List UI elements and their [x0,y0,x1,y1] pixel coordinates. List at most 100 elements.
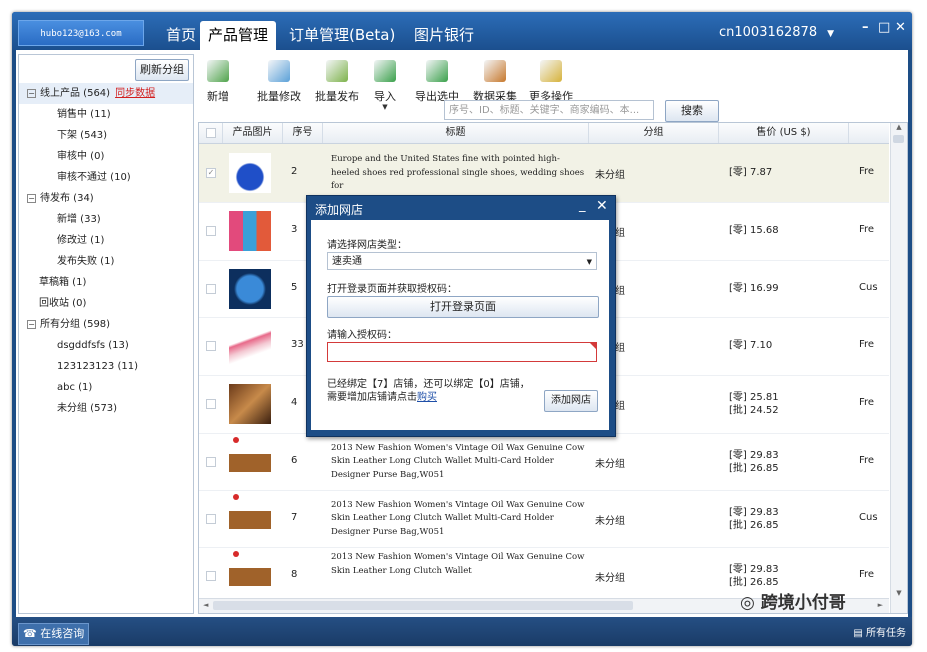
select-all-checkbox[interactable] [205,128,216,138]
collapse-icon[interactable]: − [27,320,36,329]
toolbar-button-label: 导入 [374,90,396,103]
tree-node[interactable]: 销售中 (11) [19,104,193,125]
product-group: 未分组 [595,458,625,470]
tree-node[interactable]: 下架 (543) [19,125,193,146]
bind-info-text: 已经绑定【7】店铺，还可以绑定【0】店铺，需要增加店铺请点击购买 [327,378,537,404]
retail-price: [零] 29.83 [729,449,779,461]
tree-node[interactable]: − 所有分组 (598) [19,314,193,335]
product-thumbnail[interactable] [229,384,271,424]
product-thumbnail[interactable] [229,268,271,309]
toolbar-button-import[interactable]: 导入 ▼ [370,54,400,111]
row-checkbox[interactable] [206,283,216,294]
product-title[interactable]: 2013 New Fashion Women's Vintage Oil Wax… [331,499,586,540]
col-header-image[interactable]: 产品图片 [223,123,283,143]
open-login-page-button[interactable]: 打开登录页面 [327,296,599,318]
store-type-select[interactable]: 速卖通 ▼ [327,252,597,270]
search-input[interactable]: 序号、ID、标题、关键字、商家编码、本... [444,100,654,120]
buy-link[interactable]: 购买 [417,392,437,403]
tree-node[interactable]: 草稿箱 (1) [19,272,193,293]
row-checkbox[interactable] [206,341,216,351]
refresh-groups-button[interactable]: 刷新分组 [135,59,189,81]
sync-data-link[interactable]: 同步数据 [115,88,155,99]
toolbar-button-add-doc[interactable]: 新增 [198,54,238,104]
add-store-button[interactable]: 添加网店 [544,390,598,412]
row-checkbox[interactable] [206,571,216,581]
row-checkbox[interactable] [206,456,216,467]
dialog-close-button[interactable]: ✕ [596,198,608,214]
tree-node[interactable]: 未分组 (573) [19,398,193,419]
tree-node[interactable]: 修改过 (1) [19,230,193,251]
retail-price: [零] 7.10 [729,340,773,351]
hscroll-thumb[interactable] [213,601,633,610]
row-checkbox[interactable]: ✓ [206,168,216,178]
row-checkbox[interactable] [206,226,216,236]
toolbar-button-data-collect[interactable]: 数据采集 [470,54,520,104]
user-menu[interactable]: cn1003162878 ▼ [719,25,834,40]
col-header-price[interactable]: 售价 (US $) [719,123,849,143]
col-header-number[interactable]: 序号 [283,123,323,143]
tree-node[interactable]: − 待发布 (34) [19,188,193,209]
close-button[interactable]: ✕ [895,20,906,35]
tree-node[interactable]: 回收站 (0) [19,293,193,314]
collapse-icon[interactable]: − [27,194,36,203]
scroll-up-icon[interactable]: ▲ [891,123,907,131]
scroll-thumb[interactable] [893,135,904,143]
tree-node[interactable]: 123123123 (11) [19,356,193,377]
title-bar: hubo123@163.com 首页 产品管理 订单管理(Beta) 图片银行 … [12,12,912,50]
dialog-minimize-button[interactable]: _ [579,198,586,213]
toolbar-button-label: 批量修改 [257,90,301,103]
row-checkbox[interactable] [206,399,216,409]
collapse-icon[interactable]: − [27,89,36,98]
wholesale-price: [批] 26.85 [729,462,779,474]
tree-node[interactable]: abc (1) [19,377,193,398]
group-tree: − 线上产品 (564) 同步数据 销售中 (11) 下架 (543) 审核中 (0) 审核… [19,83,193,419]
header-select-all[interactable] [199,123,223,143]
all-tasks-button[interactable]: ▤ 所有任务 [853,624,906,639]
product-thumbnail[interactable] [229,153,271,193]
minimize-button[interactable]: – [862,20,869,35]
tab-image-bank[interactable]: 图片银行 [406,21,482,50]
tree-node[interactable]: 审核中 (0) [19,146,193,167]
table-row[interactable]: 7 2013 New Fashion Women's Vintage Oil Wa… [199,490,889,548]
tab-home[interactable]: 首页 [158,21,204,50]
tree-node-label: 所有分组 (598) [40,319,111,330]
tree-node[interactable]: 发布失败 (1) [19,251,193,272]
tree-node[interactable]: 审核不通过 (10) [19,167,193,188]
product-title[interactable]: 2013 New Fashion Women's Vintage Oil Wax… [331,442,586,483]
auth-code-input[interactable] [327,342,597,362]
vertical-scrollbar[interactable]: ▲ ▼ [890,123,907,613]
product-thumbnail[interactable] [229,498,271,539]
tab-product-management[interactable]: 产品管理 [200,21,277,50]
online-consult-button[interactable]: ☎ 在线咨询 [18,623,90,645]
row-number: 3 [291,224,298,235]
tree-node[interactable]: dsgddfsfs (13) [19,335,193,356]
tab-order-management[interactable]: 订单管理(Beta) [281,21,403,50]
toolbar-button-label: 批量发布 [315,90,359,103]
maximize-button[interactable]: □ [878,20,890,35]
row-checkbox[interactable] [206,513,216,524]
toolbar-button-batch-publish[interactable]: 批量发布 [312,54,362,104]
scroll-down-icon[interactable]: ▼ [891,589,907,597]
tree-node[interactable]: − 线上产品 (564) 同步数据 [19,83,193,104]
watermark: ◎ 跨境小付哥 [740,588,846,613]
online-consult-label: 在线咨询 [40,627,85,640]
account-badge[interactable]: hubo123@163.com [18,20,144,46]
scroll-left-icon[interactable]: ◄ [203,601,208,609]
table-row[interactable]: 6 2013 New Fashion Women's Vintage Oil Wa… [199,433,889,491]
product-price: [零] 15.68 [729,224,779,237]
product-thumbnail[interactable] [229,326,271,366]
search-button[interactable]: 搜索 [665,100,719,122]
toolbar-button-batch-edit[interactable]: 批量修改 [254,54,304,104]
product-title[interactable]: Europe and the United States fine with p… [331,153,586,194]
tree-node[interactable]: 新增 (33) [19,209,193,230]
col-header-title[interactable]: 标题 [323,123,589,143]
product-thumbnail[interactable] [229,441,271,482]
toolbar-button-export[interactable]: 导出选中 [412,54,462,104]
required-marker-icon [590,343,596,349]
product-thumbnail[interactable] [229,211,271,251]
col-header-group[interactable]: 分组 [589,123,719,143]
product-title[interactable]: 2013 New Fashion Women's Vintage Oil Wax… [331,551,586,578]
dropdown-arrow-icon[interactable]: ▼ [370,104,400,111]
scroll-right-icon[interactable]: ► [878,601,883,609]
product-thumbnail[interactable] [229,556,271,596]
